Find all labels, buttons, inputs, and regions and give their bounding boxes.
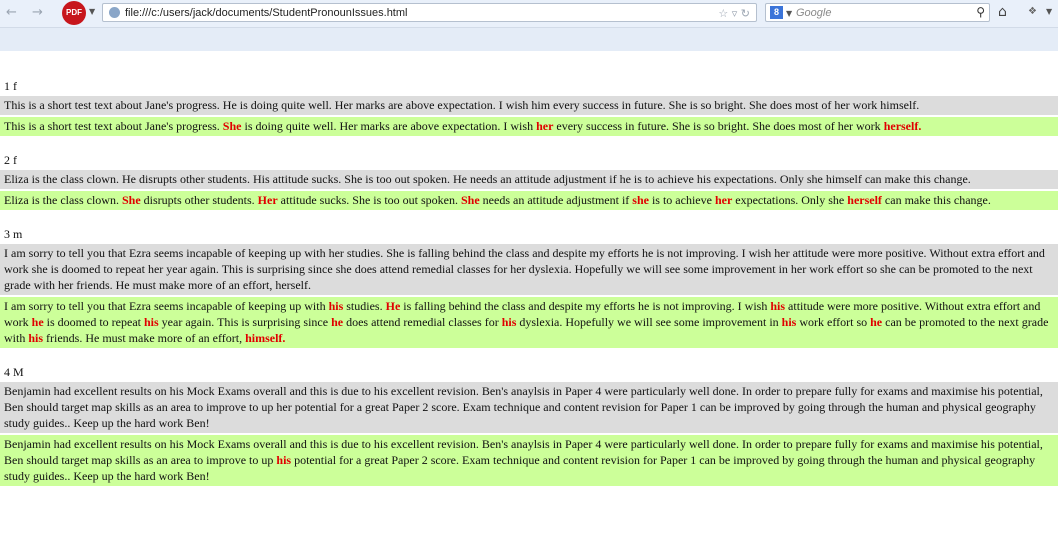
pdf-addon-icon[interactable]: PDF: [62, 1, 86, 25]
reload-icon[interactable]: ↻: [741, 7, 750, 20]
corrected-pronoun: She: [121, 193, 141, 207]
url-bar[interactable]: file:///c:/users/jack/documents/StudentP…: [102, 3, 757, 22]
corrected-pronoun: he: [870, 315, 883, 329]
google-engine-icon[interactable]: 8: [770, 6, 783, 19]
corrected-pronoun: he: [331, 315, 344, 329]
search-input[interactable]: Google: [796, 5, 831, 22]
text-segment: is to achieve: [648, 193, 715, 207]
corrected-pronoun: herself.: [883, 119, 922, 133]
student-label: 3 m: [4, 227, 23, 241]
back-arrow-icon[interactable]: ←: [6, 5, 17, 20]
corrected-pronoun: herself: [847, 193, 882, 207]
text-segment: is doomed to repeat: [43, 315, 144, 329]
browser-toolbar: ← → PDF ▼ file:///c:/users/jack/document…: [0, 0, 1058, 28]
text-segment: is falling behind the class and despite …: [400, 299, 771, 313]
text-segment: expectations. Only she: [732, 193, 848, 207]
corrected-text: Eliza is the class clown. She disrupts o…: [0, 191, 1058, 210]
text-segment: work effort so: [796, 315, 871, 329]
corrected-pronoun: his: [328, 299, 344, 313]
corrected-pronoun: her: [714, 193, 733, 207]
forward-arrow-icon[interactable]: →: [32, 5, 43, 20]
student-label: 4 M: [4, 365, 24, 379]
chevron-down-icon[interactable]: ▼: [89, 7, 95, 16]
corrected-text: Benjamin had excellent results on his Mo…: [0, 435, 1058, 486]
chevron-down-icon[interactable]: ▼: [786, 5, 792, 22]
student-entry: 1 f This is a short test text about Jane'…: [0, 78, 1058, 136]
corrected-pronoun: his: [501, 315, 517, 329]
text-segment: does attend remedial classes for: [343, 315, 502, 329]
text-segment: disrupts other students.: [140, 193, 258, 207]
globe-icon: [109, 7, 120, 18]
chevron-down-icon[interactable]: ▼: [1046, 7, 1052, 16]
original-text: I am sorry to tell you that Ezra seems i…: [0, 244, 1058, 295]
corrected-pronoun: himself.: [245, 331, 286, 345]
search-bar[interactable]: 8 ▼ Google ⚲: [765, 3, 990, 22]
url-bar-icons[interactable]: ☆ ▿ ↻: [718, 4, 750, 23]
student-label: 1 f: [4, 79, 17, 93]
corrected-pronoun: she: [632, 193, 649, 207]
corrected-pronoun: She: [460, 193, 480, 207]
corrected-pronoun: his: [276, 453, 292, 467]
text-segment: Eliza is the class clown.: [4, 193, 122, 207]
home-icon[interactable]: ⌂: [998, 4, 1007, 20]
corrected-pronoun: he: [31, 315, 44, 329]
corrected-pronoun: her: [536, 119, 554, 133]
text-segment: dyslexia. Hopefully we will see some imp…: [516, 315, 782, 329]
student-entry: 2 f Eliza is the class clown. He disrupts…: [0, 152, 1058, 210]
corrected-pronoun: He: [385, 299, 401, 313]
tab-strip: [0, 28, 1058, 51]
text-segment: can make this change.: [881, 193, 991, 207]
search-icon[interactable]: ⚲: [976, 4, 985, 21]
text-segment: is doing quite well. Her marks are above…: [241, 119, 537, 133]
addon-icon[interactable]: ❖: [1028, 6, 1037, 17]
corrected-pronoun: Her: [257, 193, 278, 207]
text-segment: I am sorry to tell you that Ezra seems i…: [4, 299, 329, 313]
original-text: This is a short test text about Jane's p…: [0, 96, 1058, 115]
page-content: 1 f This is a short test text about Jane'…: [0, 51, 1058, 486]
star-bookmark-icon[interactable]: ☆: [718, 7, 728, 20]
corrected-pronoun: She: [222, 119, 242, 133]
corrected-pronoun: his: [781, 315, 797, 329]
original-text: Eliza is the class clown. He disrupts ot…: [0, 170, 1058, 189]
chevron-down-icon[interactable]: ▿: [732, 7, 738, 20]
text-segment: year again. This is surprising since: [158, 315, 332, 329]
text-segment: attitude sucks. She is too out spoken.: [277, 193, 461, 207]
text-segment: This is a short test text about Jane's p…: [4, 119, 223, 133]
student-entry: 4 M Benjamin had excellent results on his…: [0, 364, 1058, 486]
text-segment: needs an attitude adjustment if: [479, 193, 633, 207]
corrected-pronoun: his: [143, 315, 159, 329]
corrected-pronoun: his: [28, 331, 44, 345]
url-text[interactable]: file:///c:/users/jack/documents/StudentP…: [125, 4, 407, 23]
student-entry: 3 m I am sorry to tell you that Ezra seem…: [0, 226, 1058, 348]
original-text: Benjamin had excellent results on his Mo…: [0, 382, 1058, 433]
text-segment: friends. He must make more of an effort,: [43, 331, 246, 345]
corrected-pronoun: his: [770, 299, 786, 313]
corrected-text: This is a short test text about Jane's p…: [0, 117, 1058, 136]
student-label: 2 f: [4, 153, 17, 167]
text-segment: every success in future. She is so brigh…: [553, 119, 884, 133]
text-segment: studies.: [343, 299, 386, 313]
corrected-text: I am sorry to tell you that Ezra seems i…: [0, 297, 1058, 348]
